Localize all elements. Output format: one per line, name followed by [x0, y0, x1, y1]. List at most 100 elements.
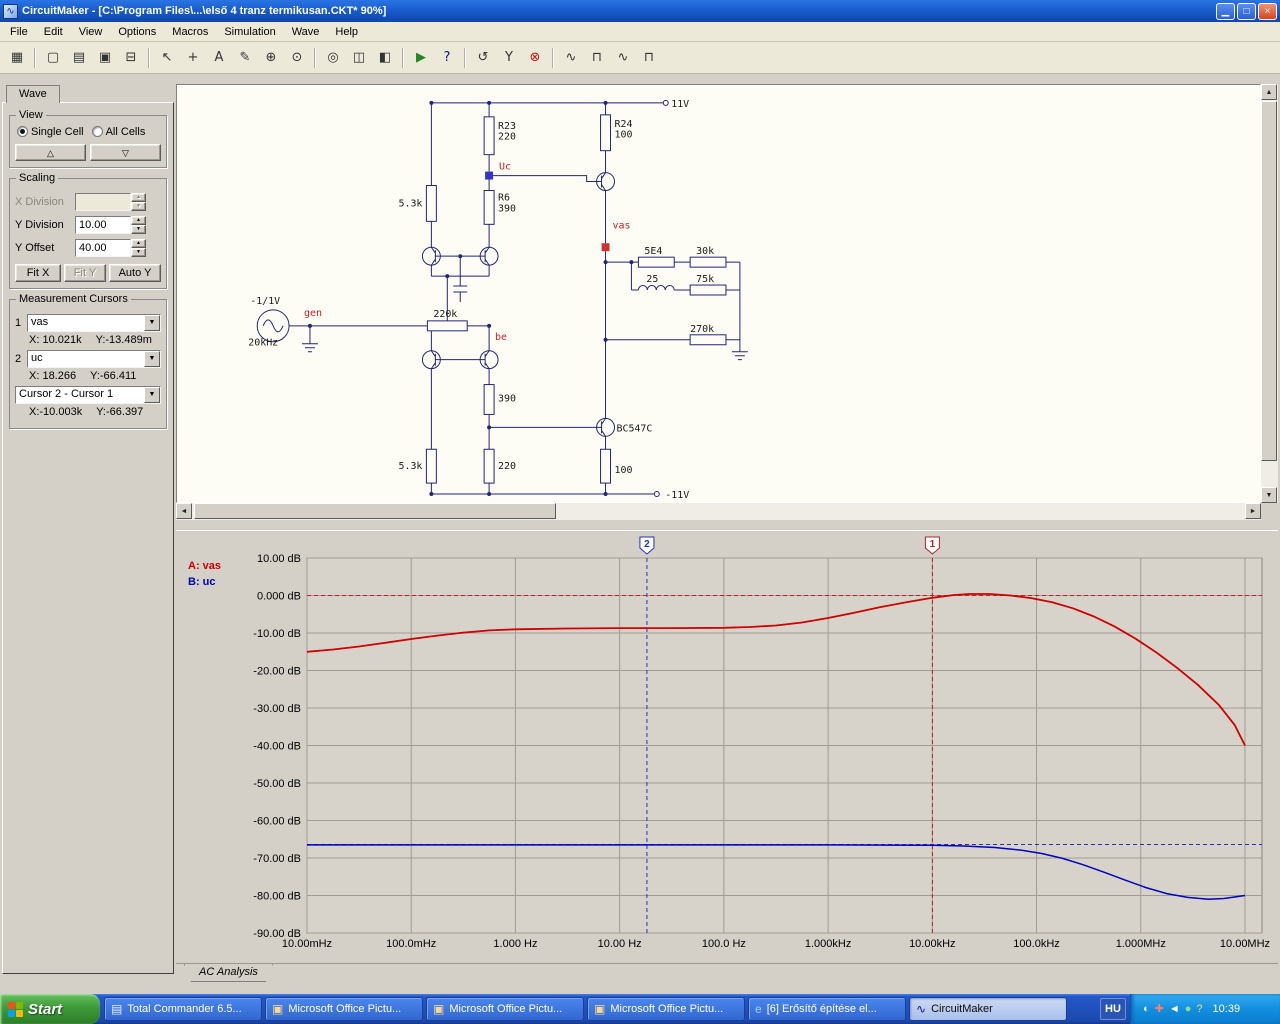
r390-value[interactable]: 390	[498, 393, 516, 404]
bode-plot[interactable]: 10.00 dB 0.000 dB -10.00 dB -20.00 dB -30.00…	[176, 531, 1278, 964]
node-uc-label[interactable]: Uc	[499, 162, 511, 173]
tab-ac-analysis[interactable]: AC Analysis	[184, 964, 273, 982]
display-icon[interactable]: ◐	[1143, 1003, 1150, 1015]
cell-up-button[interactable]: △	[15, 144, 86, 161]
node-marker-uc[interactable]	[485, 171, 494, 180]
node-gen-label[interactable]: gen	[304, 308, 322, 319]
waveform-digital-icon[interactable]: ⊓	[585, 45, 609, 70]
menu-simulation[interactable]: Simulation	[216, 24, 283, 40]
menu-help[interactable]: Help	[327, 24, 366, 40]
y-offset-input[interactable]	[75, 239, 131, 257]
transistor-diff-right[interactable]	[479, 246, 499, 266]
zoom-in-tool-icon[interactable]: ⊕	[259, 45, 283, 70]
y-offset-spinner[interactable]: ▲ ▼	[131, 239, 146, 257]
r6-name[interactable]: R6	[498, 192, 510, 203]
scroll-right-icon[interactable]: ►	[1245, 503, 1261, 519]
menu-options[interactable]: Options	[110, 24, 164, 40]
vertical-scroll-thumb[interactable]	[1261, 101, 1277, 461]
gen-freq-label[interactable]: 20kHz	[248, 338, 278, 349]
task-button-1[interactable]: ▤ Total Commander 6.5...	[104, 997, 262, 1021]
vee-label[interactable]: -11V	[665, 490, 689, 501]
scroll-down-icon[interactable]: ▼	[1261, 487, 1277, 503]
task-button-4[interactable]: ▣ Microsoft Office Pictu...	[587, 997, 745, 1021]
bc547c-label[interactable]: BC547C	[616, 423, 652, 434]
cell-down-button[interactable]: ▽	[90, 144, 161, 161]
edit-tool-icon[interactable]: ✎	[233, 45, 257, 70]
transistor-output[interactable]	[596, 172, 615, 191]
menu-file[interactable]: File	[2, 24, 36, 40]
chevron-down-icon[interactable]: ▼	[144, 351, 160, 367]
waveform-analog-icon[interactable]: ∿	[559, 45, 583, 70]
text-tool-icon[interactable]: A	[207, 45, 231, 70]
reset-simulation-icon[interactable]: ↺	[471, 45, 495, 70]
r24-value[interactable]: 100	[614, 130, 632, 141]
task-button-6[interactable]: ∿ CircuitMaker	[909, 997, 1067, 1021]
spin-up-icon[interactable]: ▲	[131, 239, 146, 248]
circuit-schematic[interactable]: 11V -11V R23 220 R24 100 R6 390 5.3k Uc …	[176, 84, 1261, 503]
spin-up-icon[interactable]: ▲	[131, 216, 146, 225]
waveform-mixed-icon[interactable]: ∿	[611, 45, 635, 70]
cursor-diff-select[interactable]: Cursor 2 - Cursor 1 ▼	[15, 386, 161, 404]
r53k-top-value[interactable]: 5.3k	[398, 198, 422, 209]
volume-icon[interactable]: ◄	[1169, 1003, 1180, 1015]
run-simulation-icon[interactable]: ▶	[409, 45, 433, 70]
task-button-2[interactable]: ▣ Microsoft Office Pictu...	[265, 997, 423, 1021]
spin-down-icon[interactable]: ▼	[131, 225, 146, 234]
horizontal-scrollbar[interactable]: ◄ ►	[176, 503, 1261, 520]
stop-simulation-icon[interactable]: ⊗	[523, 45, 547, 70]
maximize-button[interactable]: □	[1237, 2, 1256, 20]
vee-terminal[interactable]	[653, 491, 660, 498]
r23-value[interactable]: 220	[498, 132, 516, 143]
task-button-5[interactable]: e [6] Erősítő építése el...	[748, 997, 906, 1021]
l25-value[interactable]: 25	[646, 274, 658, 285]
vcc-label[interactable]: 11V	[671, 99, 689, 110]
y-division-spinner[interactable]: ▲ ▼	[131, 216, 146, 234]
menu-edit[interactable]: Edit	[36, 24, 71, 40]
split-view-icon[interactable]: ◧	[373, 45, 397, 70]
r5e4-value[interactable]: 5E4	[644, 246, 662, 257]
node-marker-vas[interactable]	[601, 243, 610, 252]
zoom-tool-icon[interactable]: ⊙	[285, 45, 309, 70]
network-icon[interactable]: ●	[1185, 1003, 1192, 1015]
r24-name[interactable]: R24	[614, 119, 632, 130]
alert-icon[interactable]: ✚	[1155, 1003, 1164, 1015]
single-cell-radio[interactable]: Single Cell	[17, 126, 84, 138]
r23-name[interactable]: R23	[498, 121, 516, 132]
new-file-icon[interactable]: ▢	[41, 45, 65, 70]
open-file-icon[interactable]: ▤	[67, 45, 91, 70]
language-indicator[interactable]: HU	[1100, 998, 1126, 1020]
radio-icon[interactable]	[91, 126, 103, 137]
menu-wave[interactable]: Wave	[284, 24, 328, 40]
menu-macros[interactable]: Macros	[164, 24, 216, 40]
scroll-up-icon[interactable]: ▲	[1261, 84, 1277, 100]
horizontal-scroll-thumb[interactable]	[194, 503, 556, 519]
taskbar-clock[interactable]: 10:39	[1213, 1003, 1241, 1015]
fit-x-button[interactable]: Fit X	[15, 264, 61, 282]
help-icon[interactable]: ?	[1196, 1003, 1202, 1015]
vertical-scrollbar[interactable]: ▲ ▼	[1261, 84, 1278, 503]
save-file-icon[interactable]: ▣	[93, 45, 117, 70]
help-icon[interactable]: ?	[435, 45, 459, 70]
cursor2-signal-select[interactable]: uc ▼	[27, 350, 161, 368]
close-button[interactable]: ×	[1258, 2, 1277, 20]
transistor-mirror-right[interactable]	[479, 350, 499, 370]
gen-amplitude-label[interactable]: -1/1V	[250, 296, 280, 307]
print-icon[interactable]: ⊟	[119, 45, 143, 70]
menu-view[interactable]: View	[71, 24, 111, 40]
chevron-down-icon[interactable]: ▼	[144, 387, 160, 403]
r30k-value[interactable]: 30k	[696, 246, 714, 257]
probe-y-icon[interactable]: Y	[497, 45, 521, 70]
r100-value[interactable]: 100	[614, 465, 632, 476]
spin-down-icon[interactable]: ▼	[131, 248, 146, 257]
tab-wave[interactable]: Wave	[6, 85, 60, 103]
wire-tool-icon[interactable]: +	[181, 45, 205, 70]
find-part-icon[interactable]: ◎	[321, 45, 345, 70]
node-vas-label[interactable]: vas	[613, 220, 631, 231]
transistor-mirror-left[interactable]	[421, 350, 441, 370]
transistor-diff-left[interactable]	[421, 246, 441, 266]
r75k-value[interactable]: 75k	[696, 274, 714, 285]
r6-value[interactable]: 390	[498, 203, 516, 214]
select-arrow-icon[interactable]: ↖	[155, 45, 179, 70]
start-button[interactable]: Start	[0, 994, 100, 1024]
r53k-bot-value[interactable]: 5.3k	[398, 461, 422, 472]
